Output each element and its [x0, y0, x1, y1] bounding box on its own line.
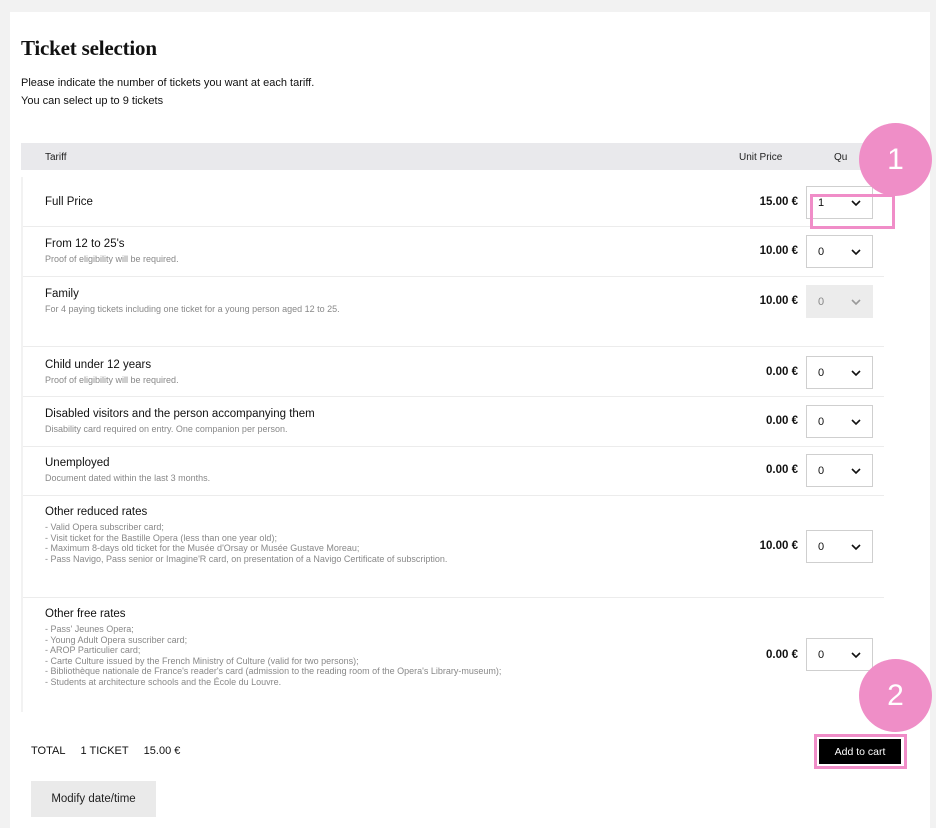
tariff-name: From 12 to 25's: [45, 238, 125, 250]
tariff-price: 15.00 €: [759, 196, 798, 208]
tariff-name: Child under 12 years: [45, 359, 152, 371]
tariff-price: 10.00 €: [759, 540, 798, 552]
quantity-value: 0: [818, 541, 825, 553]
highlight-box-add-to-cart: [814, 734, 907, 769]
tariff-name: Other reduced rates: [45, 506, 148, 518]
quantity-select[interactable]: 0: [806, 405, 873, 438]
tariff-name: Disabled visitors and the person accompa…: [45, 408, 315, 420]
chevron-down-icon: [851, 652, 861, 659]
step-badge-2: 2: [859, 659, 932, 732]
tariff-description: - Pass' Jeunes Opera; - Young Adult Oper…: [45, 624, 502, 687]
quantity-select[interactable]: 0: [806, 235, 873, 268]
header-quantity: Qu: [834, 152, 848, 163]
total-ticket-count: 1 TICKET: [80, 745, 129, 757]
tariff-name: Unemployed: [45, 457, 110, 469]
tariff-description: Document dated within the last 3 months.: [45, 473, 211, 483]
tariff-row: Other free rates - Pass' Jeunes Opera; -…: [23, 598, 884, 712]
tariff-price: 0.00 €: [766, 464, 798, 476]
total-summary: TOTAL 1 TICKET 15.00 €: [31, 745, 192, 757]
total-amount: 15.00 €: [143, 745, 181, 757]
modify-date-time-button[interactable]: Modify date/time: [31, 781, 156, 817]
quantity-select-disabled: 0: [806, 285, 873, 318]
tariff-description: Proof of eligibility will be required.: [45, 254, 179, 264]
quantity-select[interactable]: 0: [806, 356, 873, 389]
quantity-select[interactable]: 0: [806, 638, 873, 671]
quantity-select[interactable]: 0: [806, 530, 873, 563]
chevron-down-icon: [851, 419, 861, 426]
highlight-box-quantity: [810, 194, 895, 229]
total-label: TOTAL: [31, 745, 66, 757]
chevron-down-icon: [851, 299, 861, 306]
tariff-description: Disability card required on entry. One c…: [45, 424, 288, 434]
tariff-name: Other free rates: [45, 608, 126, 620]
page-title: Ticket selection: [21, 36, 157, 60]
tariff-row: Disabled visitors and the person accompa…: [23, 397, 884, 447]
tariff-price: 0.00 €: [766, 415, 798, 427]
tariff-row: From 12 to 25's Proof of eligibility wil…: [23, 227, 884, 277]
quantity-value: 0: [818, 649, 825, 661]
table-header: Tariff Unit Price Qu: [21, 143, 920, 170]
tariff-description: Proof of eligibility will be required.: [45, 375, 179, 385]
chevron-down-icon: [851, 468, 861, 475]
tariff-row: Full Price 15.00 € 1: [23, 177, 884, 227]
tariff-name: Full Price: [45, 196, 93, 208]
header-tariff: Tariff: [45, 152, 67, 163]
header-unit-price: Unit Price: [739, 152, 783, 163]
intro-text: Please indicate the number of tickets yo…: [21, 77, 315, 89]
tariff-description: - Valid Opera subscriber card; - Visit t…: [45, 522, 448, 564]
tariff-name: Family: [45, 288, 79, 300]
tariff-row: Other reduced rates - Valid Opera subscr…: [23, 496, 884, 598]
quantity-value: 0: [818, 367, 825, 379]
tariff-row: Unemployed Document dated within the las…: [23, 447, 884, 496]
step-badge-1: 1: [859, 123, 932, 196]
quantity-value: 0: [818, 246, 825, 258]
quantity-value: 0: [818, 416, 825, 428]
tariff-price: 10.00 €: [759, 245, 798, 257]
quantity-select[interactable]: 0: [806, 454, 873, 487]
tariff-row: Child under 12 years Proof of eligibilit…: [23, 347, 884, 397]
quantity-value: 0: [818, 465, 825, 477]
tariff-price: 10.00 €: [759, 295, 798, 307]
tariff-price: 0.00 €: [766, 366, 798, 378]
chevron-down-icon: [851, 249, 861, 256]
tariff-list: Full Price 15.00 € 1 From 12 to 25's Pro…: [21, 177, 884, 712]
ticket-limit-text: You can select up to 9 tickets: [21, 95, 164, 107]
tariff-price: 0.00 €: [766, 649, 798, 661]
tariff-description: For 4 paying tickets including one ticke…: [45, 304, 340, 314]
quantity-value: 0: [818, 296, 825, 308]
tariff-row: Family For 4 paying tickets including on…: [23, 277, 884, 347]
chevron-down-icon: [851, 544, 861, 551]
chevron-down-icon: [851, 370, 861, 377]
